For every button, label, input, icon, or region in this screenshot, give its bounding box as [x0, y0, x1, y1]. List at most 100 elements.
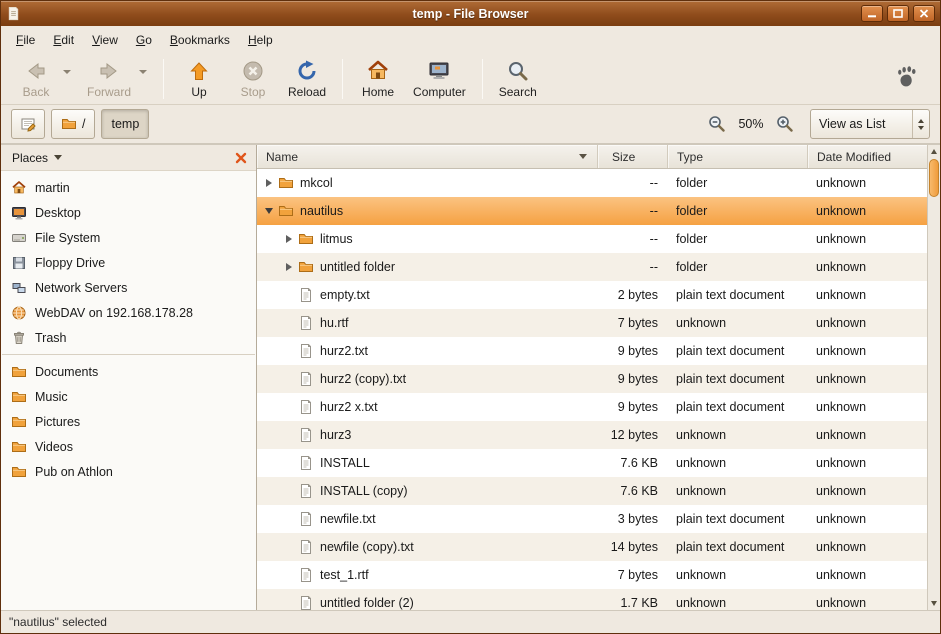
column-headers: NameSizeTypeDate Modified	[257, 145, 927, 169]
vertical-scrollbar[interactable]	[927, 145, 940, 610]
place-file-system[interactable]: File System	[1, 225, 256, 250]
place-network-servers[interactable]: Network Servers	[1, 275, 256, 300]
place-trash[interactable]: Trash	[1, 325, 256, 350]
file-row-hurz2-x-txt[interactable]: hurz2 x.txt9 bytesplain text documentunk…	[257, 393, 927, 421]
computer-icon	[427, 59, 451, 83]
folder-icon	[61, 116, 77, 132]
scrollbar-track[interactable]	[928, 198, 940, 597]
file-row-mkcol[interactable]: mkcol--folderunknown	[257, 169, 927, 197]
sidebar-view-select[interactable]: Places	[8, 149, 66, 167]
scrollbar-thumb[interactable]	[929, 159, 939, 197]
arrow-up-icon	[187, 59, 211, 83]
place-videos[interactable]: Videos	[1, 434, 256, 459]
zoom-level: 50%	[734, 117, 768, 131]
floppy-icon	[11, 255, 27, 271]
window-title: temp - File Browser	[1, 7, 940, 21]
file-row-hurz2-copy-txt[interactable]: hurz2 (copy).txt9 bytesplain text docume…	[257, 365, 927, 393]
stop-button[interactable]: Stop	[226, 56, 280, 102]
zoom-out-button[interactable]	[706, 113, 728, 135]
desktop-icon	[11, 205, 27, 221]
file-row-nautilus[interactable]: nautilus--folderunknown	[257, 197, 927, 225]
stop-icon	[241, 59, 265, 83]
folder-icon	[11, 364, 27, 380]
up-button[interactable]: Up	[172, 56, 226, 102]
file-icon	[298, 399, 314, 415]
home-button[interactable]: Home	[351, 56, 405, 102]
folder-icon	[278, 175, 294, 191]
expander-icon[interactable]	[283, 235, 295, 243]
scroll-down-button[interactable]	[928, 597, 940, 610]
zoom-in-button[interactable]	[774, 113, 796, 135]
expander-icon[interactable]	[263, 179, 275, 187]
reload-icon	[295, 59, 319, 83]
path-current-label: temp	[111, 117, 139, 131]
file-row-test-1-rtf[interactable]: test_1.rtf7 bytesunknownunknown	[257, 561, 927, 589]
folder-icon	[298, 231, 314, 247]
close-button[interactable]	[913, 5, 935, 22]
file-row-hurz2-txt[interactable]: hurz2.txt9 bytesplain text documentunkno…	[257, 337, 927, 365]
file-row-untitled-folder[interactable]: untitled folder--folderunknown	[257, 253, 927, 281]
expander-icon[interactable]	[263, 208, 275, 214]
scroll-up-button[interactable]	[928, 145, 940, 158]
file-row-install[interactable]: INSTALL7.6 KBunknownunknown	[257, 449, 927, 477]
status-bar: "nautilus" selected	[1, 610, 940, 633]
place-documents[interactable]: Documents	[1, 359, 256, 384]
file-row-litmus[interactable]: litmus--folderunknown	[257, 225, 927, 253]
forward-dropdown-icon[interactable]	[139, 70, 147, 74]
menubar: FileEditViewGoBookmarksHelp	[1, 26, 940, 53]
file-row-install-copy[interactable]: INSTALL (copy)7.6 KBunknownunknown	[257, 477, 927, 505]
path-root-button[interactable]: /	[51, 109, 95, 139]
menu-help[interactable]: Help	[239, 28, 282, 52]
maximize-button[interactable]	[887, 5, 909, 22]
location-bar: / temp 50% View as List	[1, 105, 940, 144]
place-pictures[interactable]: Pictures	[1, 409, 256, 434]
menu-bookmarks[interactable]: Bookmarks	[161, 28, 239, 52]
file-icon	[298, 567, 314, 583]
chevron-down-icon	[54, 155, 62, 160]
zoom-out-icon	[707, 114, 727, 134]
place-floppy-drive[interactable]: Floppy Drive	[1, 250, 256, 275]
edit-location-icon	[20, 116, 36, 132]
view-mode-select[interactable]: View as List	[810, 109, 930, 139]
menu-file[interactable]: File	[7, 28, 44, 52]
place-music[interactable]: Music	[1, 384, 256, 409]
column-header-type[interactable]: Type	[668, 145, 808, 168]
expander-icon[interactable]	[283, 263, 295, 271]
place-pub-on-athlon[interactable]: Pub on Athlon	[1, 459, 256, 484]
menu-view[interactable]: View	[83, 28, 127, 52]
window-icon	[6, 6, 21, 21]
file-row-newfile-txt[interactable]: newfile.txt3 bytesplain text documentunk…	[257, 505, 927, 533]
menu-go[interactable]: Go	[127, 28, 161, 52]
file-row-hu-rtf[interactable]: hu.rtf7 bytesunknownunknown	[257, 309, 927, 337]
file-list-pane: NameSizeTypeDate Modified mkcol--folderu…	[257, 145, 940, 610]
edit-location-button[interactable]	[11, 109, 45, 139]
close-icon	[235, 152, 247, 164]
file-row-untitled-folder-2[interactable]: untitled folder (2)1.7 KBunknownunknown	[257, 589, 927, 610]
computer-button[interactable]: Computer	[405, 56, 474, 102]
folder-icon	[11, 389, 27, 405]
column-header-size[interactable]: Size	[598, 145, 668, 168]
back-button[interactable]: Back	[9, 56, 63, 102]
titlebar[interactable]: temp - File Browser	[1, 1, 940, 26]
file-row-newfile-copy-txt[interactable]: newfile (copy).txt14 bytesplain text doc…	[257, 533, 927, 561]
file-row-empty-txt[interactable]: empty.txt2 bytesplain text documentunkno…	[257, 281, 927, 309]
back-dropdown-icon[interactable]	[63, 70, 71, 74]
place-webdav-on-192-168-178-28[interactable]: WebDAV on 192.168.178.28	[1, 300, 256, 325]
main-content: Places martinDesktopFile SystemFloppy Dr…	[1, 144, 940, 610]
file-row-hurz3[interactable]: hurz312 bytesunknownunknown	[257, 421, 927, 449]
column-header-date[interactable]: Date Modified	[808, 145, 927, 168]
file-browser-window: temp - File Browser FileEditViewGoBookma…	[0, 0, 941, 634]
minimize-icon	[867, 9, 877, 18]
file-icon	[298, 287, 314, 303]
column-header-name[interactable]: Name	[257, 145, 598, 168]
path-current-button[interactable]: temp	[101, 109, 149, 139]
forward-button[interactable]: Forward	[79, 56, 139, 102]
minimize-button[interactable]	[861, 5, 883, 22]
search-button[interactable]: Search	[491, 56, 545, 102]
place-desktop[interactable]: Desktop	[1, 200, 256, 225]
sidebar-close-button[interactable]	[233, 150, 249, 166]
folder-icon	[278, 203, 294, 219]
place-martin[interactable]: martin	[1, 175, 256, 200]
reload-button[interactable]: Reload	[280, 56, 334, 102]
menu-edit[interactable]: Edit	[44, 28, 83, 52]
